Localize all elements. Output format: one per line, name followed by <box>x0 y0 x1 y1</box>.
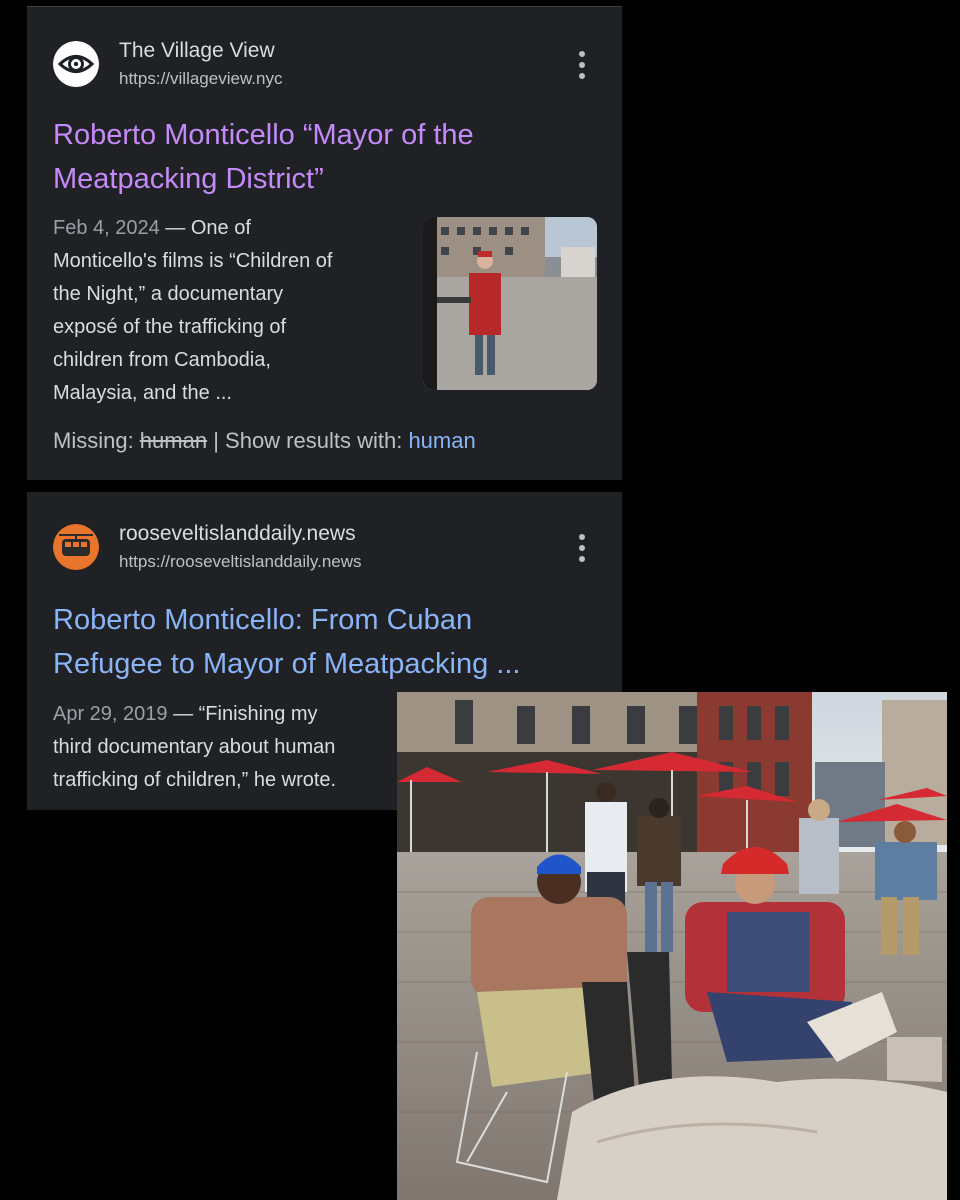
more-options-icon[interactable] <box>572 532 592 564</box>
show-results-label: Show results with: <box>225 428 409 453</box>
result-title-link[interactable]: Roberto Monticello “Mayor of the Meatpac… <box>53 113 608 201</box>
snippet-line: exposé of the trafficking of <box>53 316 287 338</box>
result-date: Apr 29, 2019 <box>53 703 168 725</box>
result-thumbnail[interactable] <box>423 217 597 390</box>
street-photo <box>397 692 947 1200</box>
snippet-line: Monticello's films is “Children of <box>53 250 333 272</box>
missing-label: Missing: <box>53 428 140 453</box>
missing-terms-row: Missing: human | Show results with: huma… <box>53 428 476 454</box>
result-snippet: Apr 29, 2019 — “Finishing my third docum… <box>53 698 413 797</box>
site-name: The Village View <box>119 39 275 62</box>
result-title-line: Roberto Monticello: From Cuban <box>53 604 473 636</box>
snippet-line: children from Cambodia, <box>53 349 271 371</box>
more-options-icon[interactable] <box>572 49 592 81</box>
snippet-line: trafficking of children,” he wrote. <box>53 769 337 791</box>
site-name: rooseveltislanddaily.news <box>119 522 356 545</box>
missing-term: human <box>139 428 208 453</box>
tram-icon <box>53 524 99 570</box>
site-url: https://villageview.nyc <box>119 69 283 88</box>
snippet-line: third documentary about human <box>53 736 336 758</box>
eye-icon <box>53 41 99 87</box>
result-source[interactable]: rooseveltislanddaily.news https://roosev… <box>53 522 602 584</box>
result-title-link[interactable]: Roberto Monticello: From Cuban Refugee t… <box>53 598 608 686</box>
result-title-line: Refugee to Mayor of Meatpacking ... <box>53 648 521 680</box>
site-url: https://rooseveltislanddaily.news <box>119 552 362 571</box>
snippet-line: — One of <box>159 217 251 239</box>
result-date: Feb 4, 2024 <box>53 217 160 239</box>
search-result-card: The Village View https://villageview.nyc… <box>27 6 622 480</box>
snippet-line: — “Finishing my <box>167 703 318 725</box>
snippet-line: the Night,” a documentary <box>53 283 284 305</box>
result-title-line: Meatpacking District” <box>53 163 324 195</box>
result-snippet: Feb 4, 2024 — One of Monticello's films … <box>53 212 393 410</box>
snippet-line: Malaysia, and the ... <box>53 382 232 404</box>
result-source[interactable]: The Village View https://villageview.nyc <box>53 39 602 101</box>
result-title-line: Roberto Monticello “Mayor of the <box>53 119 474 151</box>
show-results-with-link[interactable]: human <box>408 428 475 453</box>
separator: | <box>207 428 226 453</box>
